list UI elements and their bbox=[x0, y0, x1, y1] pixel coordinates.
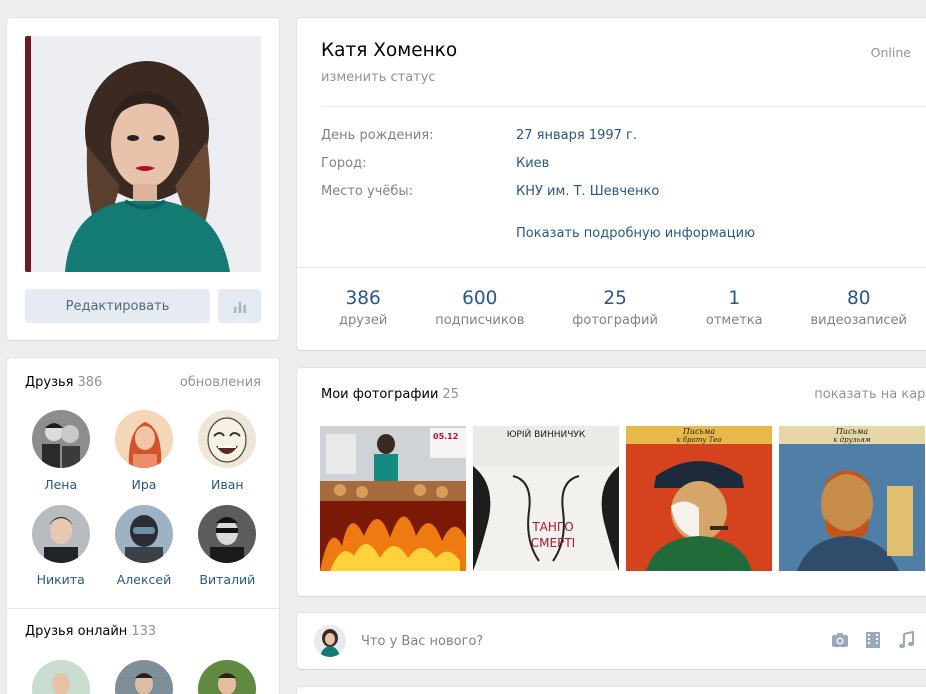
change-status-link[interactable]: изменить статус bbox=[321, 70, 436, 85]
friend-online-item[interactable] bbox=[102, 660, 185, 694]
photo1-date: 05.12 bbox=[433, 432, 458, 441]
counter-label: видеозаписей bbox=[810, 313, 907, 328]
photos-card: Мои фотографии25 показать на карте 05.12 bbox=[297, 368, 926, 596]
info-value[interactable]: Киев bbox=[516, 156, 549, 171]
friend-item[interactable]: Ира bbox=[102, 410, 185, 492]
whats-new-input[interactable] bbox=[361, 624, 821, 658]
info-value[interactable]: 27 января 1997 г. bbox=[516, 128, 637, 143]
counter-label: подписчиков bbox=[435, 313, 525, 328]
friend-avatar bbox=[31, 410, 90, 468]
photos-row: 05.12 ЮРІЙ ВИННИЧУК ТАНГО СМЕРТІ Письма … bbox=[320, 426, 925, 571]
friend-avatar bbox=[114, 410, 173, 468]
friend-item[interactable]: Виталий bbox=[186, 505, 269, 587]
photo2-title1: ТАНГО bbox=[531, 520, 573, 534]
friend-avatar bbox=[31, 660, 90, 694]
counter-number: 386 bbox=[345, 288, 381, 309]
friends-title-link[interactable]: Друзья 386 bbox=[25, 375, 102, 390]
friends-grid: Лена Ира Иван Никита Алексей Виталий bbox=[19, 410, 269, 587]
friend-avatar bbox=[114, 660, 173, 694]
video-icon[interactable] bbox=[864, 631, 882, 649]
friend-name: Ира bbox=[131, 477, 157, 492]
stats-button[interactable] bbox=[218, 289, 261, 323]
friends-online-header: Друзья онлайн 133 bbox=[25, 624, 261, 639]
counter-label: отметка bbox=[705, 313, 763, 328]
profile-info-card: Катя Хоменко Online изменить статус День… bbox=[297, 18, 926, 350]
composer-actions bbox=[831, 631, 915, 649]
counter-videos[interactable]: 80 видеозаписей bbox=[811, 288, 907, 328]
friend-name: Алексей bbox=[116, 572, 172, 587]
counter-number: 1 bbox=[728, 288, 741, 309]
friend-avatar bbox=[198, 660, 257, 694]
show-more-info-link[interactable]: Показать подробную информацию bbox=[516, 226, 755, 241]
friends-updates-link[interactable]: обновления bbox=[180, 375, 261, 390]
friends-online-count: 133 bbox=[131, 624, 157, 639]
info-value[interactable]: КНУ им. Т. Шевченко bbox=[516, 184, 659, 199]
friend-item[interactable]: Лена bbox=[19, 410, 102, 492]
friend-avatar bbox=[31, 505, 90, 563]
photos-title-link[interactable]: Мои фотографии 25 bbox=[321, 387, 459, 402]
profile-avatar[interactable] bbox=[25, 36, 261, 272]
friend-name: Виталий bbox=[199, 572, 256, 587]
avatar-card: Редактировать bbox=[7, 18, 279, 340]
friend-name: Иван bbox=[211, 477, 244, 492]
friends-online-grid bbox=[19, 660, 269, 694]
friends-title: Друзья bbox=[25, 375, 74, 390]
profile-divider bbox=[321, 106, 926, 107]
friend-online-item[interactable] bbox=[186, 660, 269, 694]
photo-thumb[interactable]: 05.12 bbox=[320, 426, 466, 571]
photo3-subtitle: к брату Тео bbox=[676, 436, 721, 444]
friends-online-title: Друзья онлайн bbox=[25, 624, 128, 639]
friend-item[interactable]: Никита bbox=[19, 505, 102, 587]
counter-photos[interactable]: 25 фотографий bbox=[572, 288, 658, 328]
post-composer-card bbox=[297, 613, 926, 669]
counter-tags[interactable]: 1 отметка bbox=[706, 288, 763, 328]
friends-count: 386 bbox=[77, 375, 103, 390]
counter-followers[interactable]: 600 подписчиков bbox=[435, 288, 524, 328]
bar-chart-icon bbox=[233, 301, 246, 313]
photo2-author: ЮРІЙ ВИННИЧУК bbox=[507, 428, 586, 440]
friend-item[interactable]: Алексей bbox=[102, 505, 185, 587]
photo4-subtitle: к друзьям bbox=[833, 436, 871, 444]
show-on-map-link[interactable]: показать на карте bbox=[814, 387, 926, 402]
counter-number: 25 bbox=[603, 288, 627, 309]
friend-item[interactable]: Иван bbox=[186, 410, 269, 492]
composer-avatar bbox=[314, 625, 346, 657]
photo-thumb[interactable]: Письма к друзьям bbox=[779, 426, 925, 571]
counter-label: фотографий bbox=[572, 313, 658, 328]
friends-online-title-link[interactable]: Друзья онлайн 133 bbox=[25, 624, 156, 639]
friend-online-item[interactable] bbox=[19, 660, 102, 694]
friends-header: Друзья 386 обновления bbox=[25, 375, 261, 390]
friend-avatar bbox=[198, 505, 257, 563]
photos-title: Мои фотографии bbox=[321, 387, 439, 402]
friends-divider bbox=[7, 608, 279, 609]
profile-counters: 386 друзей 600 подписчиков 25 фотографий… bbox=[339, 288, 907, 328]
friend-avatar bbox=[198, 410, 257, 468]
friend-name: Лена bbox=[44, 477, 78, 492]
profile-photo-image bbox=[25, 36, 261, 272]
profile-name: Катя Хоменко bbox=[321, 40, 458, 61]
photo-thumb[interactable]: ЮРІЙ ВИННИЧУК ТАНГО СМЕРТІ bbox=[473, 426, 619, 571]
music-icon[interactable] bbox=[897, 631, 915, 649]
counters-divider bbox=[297, 267, 926, 268]
photo2-title2: СМЕРТІ bbox=[531, 536, 575, 550]
edit-profile-button[interactable]: Редактировать bbox=[25, 289, 210, 323]
info-label: Место учёбы: bbox=[321, 184, 414, 199]
online-status: Online bbox=[870, 45, 911, 60]
info-label: День рождения: bbox=[321, 128, 434, 143]
photos-header: Мои фотографии25 показать на карте bbox=[321, 387, 926, 402]
counter-number: 80 bbox=[846, 288, 871, 309]
photo3-title: Письма bbox=[682, 427, 716, 436]
camera-icon[interactable] bbox=[831, 631, 849, 649]
friends-card: Друзья 386 обновления Лена Ира Иван Ники… bbox=[7, 358, 279, 694]
counter-friends[interactable]: 386 друзей bbox=[339, 288, 387, 328]
info-label: Город: bbox=[321, 156, 367, 171]
next-post-card bbox=[297, 687, 926, 694]
photo-thumb[interactable]: Письма к брату Тео bbox=[626, 426, 772, 571]
photo4-title: Письма bbox=[835, 427, 869, 436]
photos-count: 25 bbox=[442, 387, 459, 402]
counter-number: 600 bbox=[462, 288, 498, 309]
friend-avatar bbox=[114, 505, 173, 563]
friend-name: Никита bbox=[36, 572, 85, 587]
counter-label: друзей bbox=[339, 313, 388, 328]
